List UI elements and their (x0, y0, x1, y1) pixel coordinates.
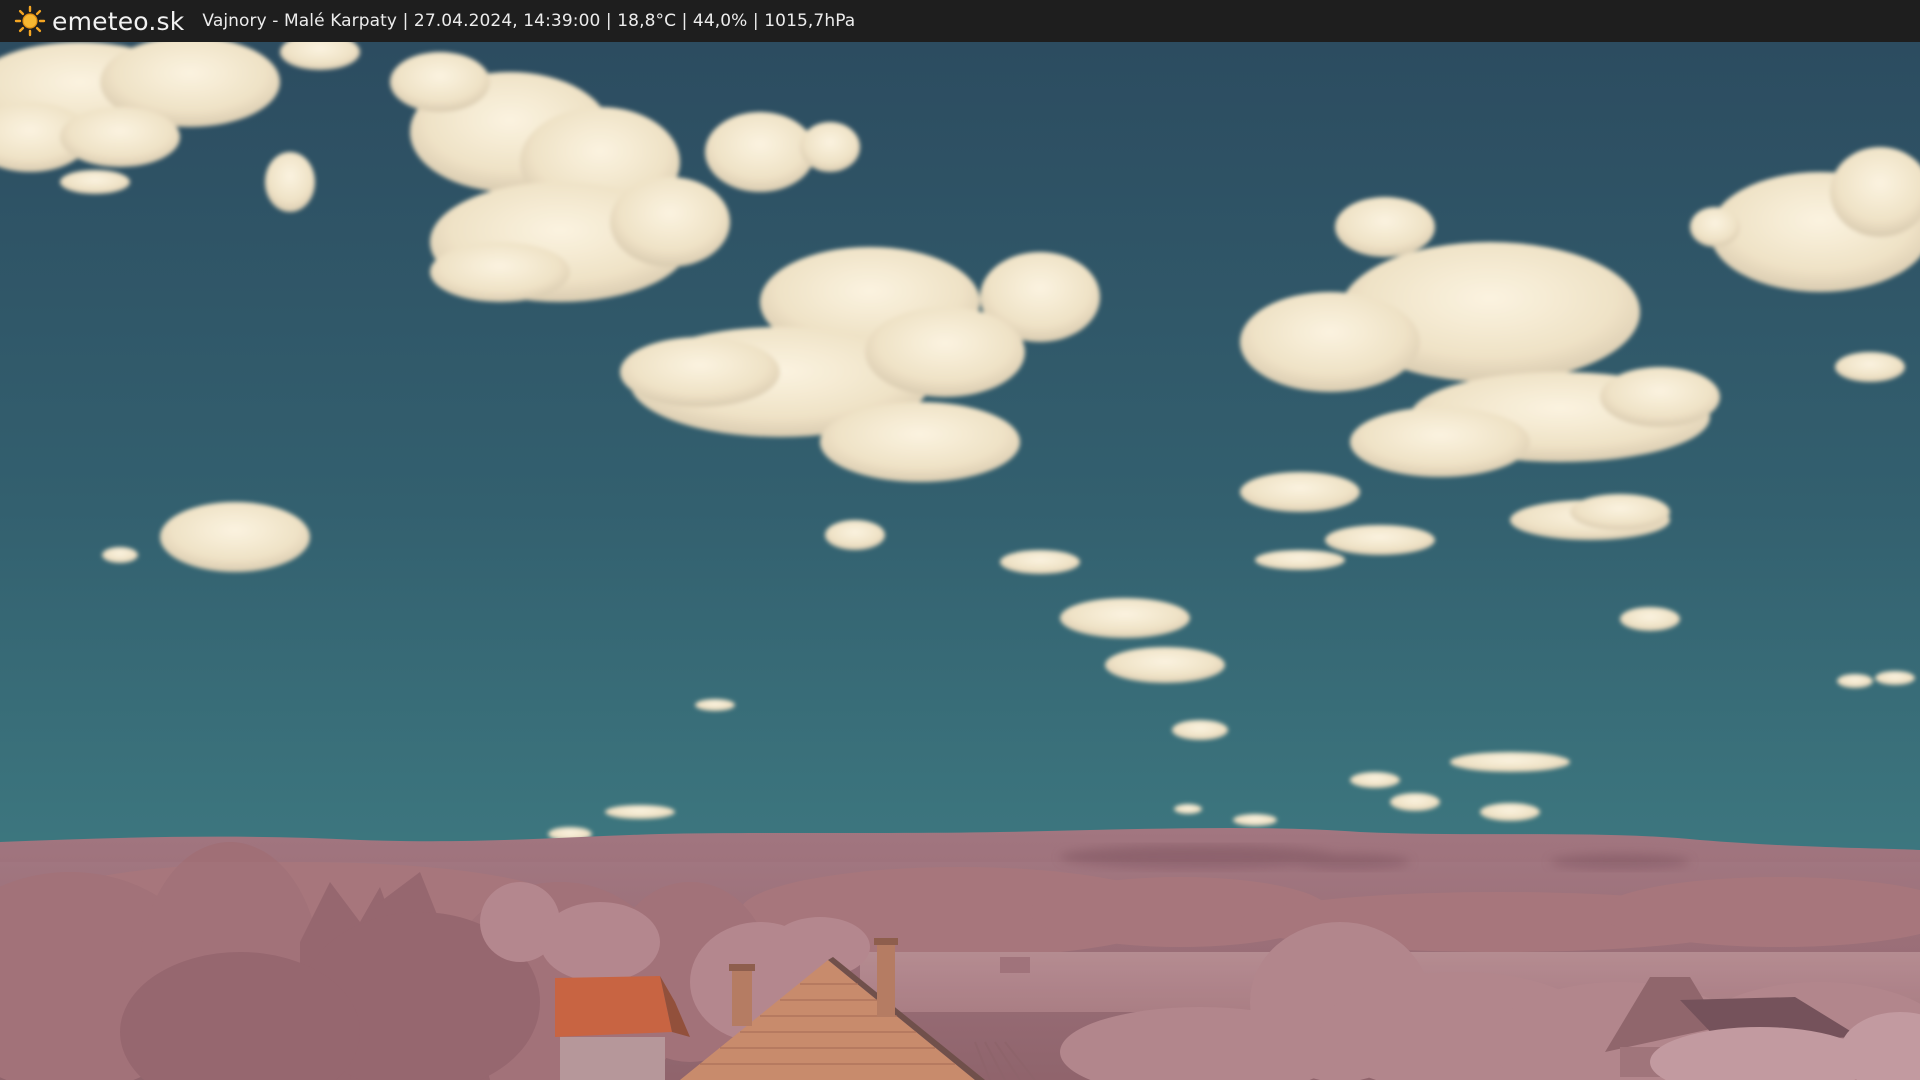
webcam-image (0, 42, 1920, 1080)
info-bar: emeteo.sk Vajnory - Malé Karpaty | 27.04… (0, 0, 1920, 42)
brand-name: emeteo.sk (52, 6, 185, 36)
sun-icon (14, 5, 46, 37)
logo[interactable]: emeteo.sk (14, 0, 184, 42)
weather-info: Vajnory - Malé Karpaty | 27.04.2024, 14:… (202, 11, 856, 31)
